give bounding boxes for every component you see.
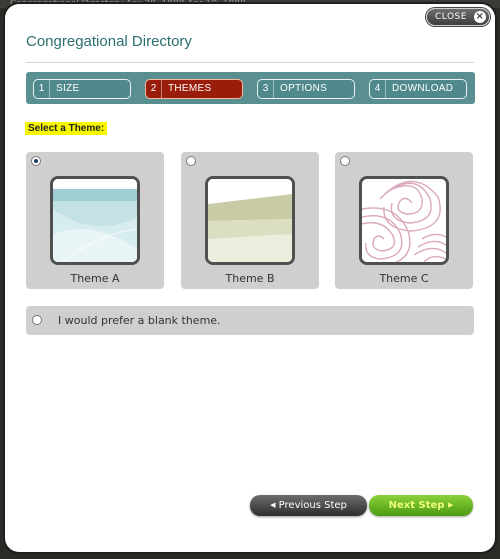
next-step-button[interactable]: Next Step ▶ bbox=[369, 495, 473, 516]
close-label: CLOSE bbox=[435, 12, 467, 22]
theme-b-radio[interactable] bbox=[186, 156, 196, 166]
theme-card-a[interactable]: Theme A bbox=[26, 152, 164, 289]
close-icon: × bbox=[474, 11, 486, 23]
step-label: THEMES bbox=[168, 83, 212, 94]
theme-c-name: Theme C bbox=[379, 272, 429, 285]
theme-c-preview bbox=[359, 176, 449, 265]
next-step-label: Next Step bbox=[388, 500, 445, 511]
step-number: 4 bbox=[370, 80, 386, 98]
step-label: DOWNLOAD bbox=[392, 83, 454, 94]
step-label: OPTIONS bbox=[280, 83, 328, 94]
theme-c-radio[interactable] bbox=[340, 156, 350, 166]
directory-wizard-modal: CLOSE × Congregational Directory 1 SIZE … bbox=[5, 4, 495, 552]
wizard-steps-bar: 1 SIZE 2 THEMES 3 OPTIONS 4 DOWNLOAD bbox=[26, 72, 475, 104]
step-number: 3 bbox=[258, 80, 274, 98]
previous-step-button[interactable]: ◀ Previous Step bbox=[250, 495, 367, 516]
step-number: 1 bbox=[34, 80, 50, 98]
theme-b-name: Theme B bbox=[225, 272, 275, 285]
step-label: SIZE bbox=[56, 83, 80, 94]
theme-card-b[interactable]: Theme B bbox=[181, 152, 319, 289]
close-button[interactable]: CLOSE × bbox=[426, 8, 490, 26]
title-divider bbox=[26, 62, 474, 63]
theme-a-name: Theme A bbox=[70, 272, 120, 285]
step-themes[interactable]: 2 THEMES bbox=[145, 79, 243, 99]
theme-a-radio[interactable] bbox=[31, 156, 41, 166]
step-options[interactable]: 3 OPTIONS bbox=[257, 79, 355, 99]
theme-card-c[interactable]: Theme C bbox=[335, 152, 473, 289]
theme-a-preview bbox=[50, 176, 140, 265]
page-title: Congregational Directory bbox=[26, 33, 192, 50]
blank-theme-radio[interactable] bbox=[32, 315, 42, 325]
step-size[interactable]: 1 SIZE bbox=[33, 79, 131, 99]
select-theme-label: Select a Theme: bbox=[25, 122, 108, 135]
previous-step-label: Previous Step bbox=[278, 500, 347, 511]
theme-b-preview bbox=[205, 176, 295, 265]
blank-theme-option[interactable]: I would prefer a blank theme. bbox=[26, 306, 474, 335]
arrow-left-icon: ◀ bbox=[270, 501, 276, 509]
step-download[interactable]: 4 DOWNLOAD bbox=[369, 79, 467, 99]
step-number: 2 bbox=[146, 80, 162, 98]
blank-theme-label: I would prefer a blank theme. bbox=[58, 314, 221, 327]
arrow-right-icon: ▶ bbox=[447, 501, 454, 509]
